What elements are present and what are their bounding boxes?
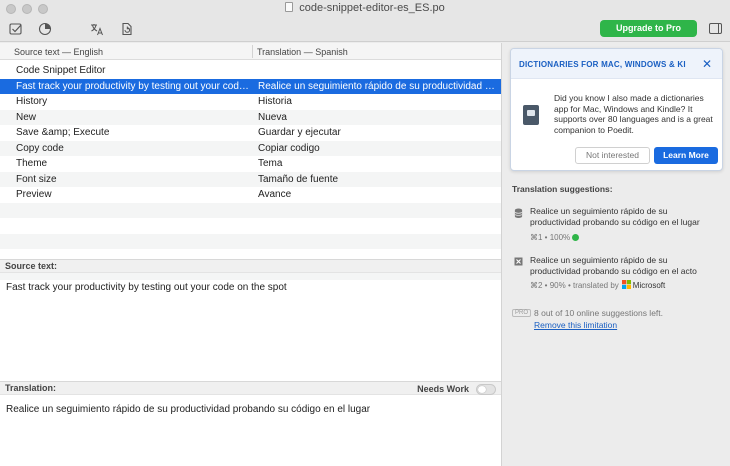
table-row[interactable]: Copy code Copiar codigo xyxy=(0,140,501,156)
needs-work-label: Needs Work xyxy=(417,384,469,394)
translation-cell: Avance xyxy=(258,189,292,200)
suggestion-source: translated by xyxy=(572,281,619,290)
translation-cell: Realice un seguimiento rápido de su prod… xyxy=(258,80,496,92)
toolbar: Upgrade to Pro xyxy=(0,18,730,42)
promo-body: Did you know I also made a dictionaries … xyxy=(554,93,713,135)
source-cell: New xyxy=(16,111,37,123)
suggestion-item[interactable]: Realice un seguimiento rápido de su prod… xyxy=(512,255,724,295)
suggestions-title: Translation suggestions: xyxy=(512,184,613,194)
table-row[interactable] xyxy=(0,202,501,218)
promo-heading: DICTIONARIES FOR MAC, WINDOWS & KI xyxy=(511,49,722,79)
table-row[interactable]: History Historia xyxy=(0,94,501,110)
translation-cell: Historia xyxy=(258,96,292,107)
suggestion-text: Realice un seguimiento rápido de su prod… xyxy=(530,206,700,227)
source-cell: Save &amp; Execute xyxy=(16,127,110,138)
suggestion-meta: ⌘1 • 100% xyxy=(530,233,580,242)
suggestion-shortcut: ⌘2 xyxy=(530,281,543,290)
translation-cell: Copiar codigo xyxy=(258,142,320,154)
translation-cell: Nueva xyxy=(258,111,287,123)
source-cell: Copy code xyxy=(16,142,64,154)
table-row[interactable] xyxy=(0,218,501,234)
table-row[interactable]: Code Snippet Editor xyxy=(0,63,501,79)
translation-column-header[interactable]: Translation — Spanish xyxy=(257,47,348,57)
sidebar-toggle-icon[interactable] xyxy=(709,23,722,34)
source-text-label: Source text: xyxy=(0,259,501,273)
suggestion-score: 90% xyxy=(549,281,566,290)
suggestion-text: Realice un seguimiento rápido de su prod… xyxy=(530,255,697,276)
sidebar: DICTIONARIES FOR MAC, WINDOWS & KI ✕ Did… xyxy=(501,43,730,466)
suggestion-limit-text: 8 out of 10 online suggestions left. xyxy=(534,308,664,318)
table-row[interactable]: Theme Tema xyxy=(0,156,501,172)
close-icon[interactable]: ✕ xyxy=(702,57,712,71)
translation-cell: Guardar y ejecutar xyxy=(258,127,341,138)
source-cell: History xyxy=(16,96,48,107)
window-title: code-snippet-editor-es_ES.po xyxy=(0,2,730,14)
not-interested-button[interactable]: Not interested xyxy=(575,147,650,164)
source-cell: Theme xyxy=(16,158,48,169)
table-row[interactable]: Fast track your productivity by testing … xyxy=(0,78,501,94)
translation-cell: Tema xyxy=(258,158,283,169)
source-cell: Code Snippet Editor xyxy=(16,65,106,76)
table-row[interactable]: Font size Tamaño de fuente xyxy=(0,171,501,187)
learn-more-button[interactable]: Learn More xyxy=(654,147,718,164)
table-row[interactable]: Preview Avance xyxy=(0,187,501,203)
machine-translation-icon xyxy=(514,257,523,266)
main-pane: Source text — English Translation — Span… xyxy=(0,43,501,466)
table-row[interactable]: New Nueva xyxy=(0,109,501,125)
translation-input[interactable]: Realice un seguimiento rápido de su prod… xyxy=(0,398,501,466)
source-column-header[interactable]: Source text — English xyxy=(14,47,103,57)
microsoft-logo-icon xyxy=(621,280,631,289)
update-source-icon[interactable] xyxy=(119,21,135,37)
suggestion-item[interactable]: Realice un seguimiento rápido de su prod… xyxy=(512,206,724,246)
check-icon xyxy=(572,234,580,241)
document-icon xyxy=(285,2,294,12)
needs-work-toggle[interactable] xyxy=(476,384,496,395)
promo-card: DICTIONARIES FOR MAC, WINDOWS & KI ✕ Did… xyxy=(510,48,723,171)
source-text-view: Fast track your productivity by testing … xyxy=(6,282,287,293)
list-header: Source text — English Translation — Span… xyxy=(0,43,501,60)
translation-label: Translation: Needs Work xyxy=(0,381,501,395)
title-bar: code-snippet-editor-es_ES.po xyxy=(0,0,730,18)
validate-icon[interactable] xyxy=(8,21,24,37)
suggestion-provider: Microsoft xyxy=(632,281,666,290)
pie-progress-icon[interactable] xyxy=(37,21,53,37)
source-cell: Fast track your productivity by testing … xyxy=(16,80,251,92)
translation-cell: Tamaño de fuente xyxy=(258,173,339,185)
database-icon xyxy=(514,208,523,218)
dictionary-app-icon xyxy=(523,105,539,125)
table-row[interactable] xyxy=(0,233,501,249)
column-separator xyxy=(252,45,253,58)
translate-icon[interactable] xyxy=(89,21,105,37)
source-cell: Font size xyxy=(16,173,57,185)
table-row[interactable]: Save &amp; Execute Guardar y ejecutar xyxy=(0,125,501,141)
suggestion-shortcut: ⌘1 xyxy=(530,233,543,242)
upgrade-to-pro-button[interactable]: Upgrade to Pro xyxy=(600,20,697,37)
suggestion-meta: ⌘2 • 90% • translated by Microsoft xyxy=(530,280,666,290)
source-cell: Preview xyxy=(16,189,52,200)
pro-tag: PRO xyxy=(512,309,532,317)
suggestion-score: 100% xyxy=(549,233,571,242)
remove-limitation-link[interactable]: Remove this limitation xyxy=(534,320,617,330)
